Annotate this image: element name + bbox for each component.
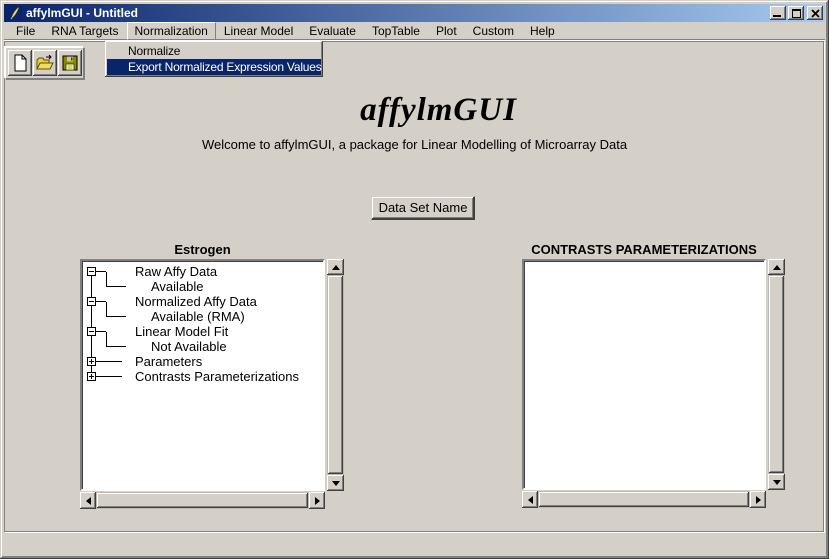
- plus-box-icon[interactable]: [87, 372, 96, 381]
- tree-branch-line: [106, 316, 126, 317]
- menu-custom[interactable]: Custom: [465, 22, 522, 40]
- right-vertical-scrollbar[interactable]: [768, 259, 785, 490]
- arrow-up-icon: [773, 265, 781, 270]
- tree-item-label: Available: [151, 279, 204, 294]
- tree-branch-line: [96, 331, 106, 332]
- menu-toptable[interactable]: TopTable: [364, 22, 428, 40]
- tree-item-label: Contrasts Parameterizations: [135, 369, 299, 384]
- arrow-right-icon: [315, 497, 320, 505]
- arrow-left-icon: [528, 496, 533, 504]
- tree-item-parameters[interactable]: Parameters: [82, 354, 323, 369]
- tree-item-raw-affy-data[interactable]: Raw Affy Data: [82, 264, 323, 279]
- tree-item-available-rma[interactable]: Available (RMA): [82, 309, 323, 324]
- menu-linear-model[interactable]: Linear Model: [216, 22, 301, 40]
- toolbar: [5, 47, 84, 79]
- scroll-left-button[interactable]: [80, 492, 96, 509]
- tree-item-label: Not Available: [151, 339, 227, 354]
- minus-box-icon[interactable]: [87, 327, 96, 336]
- tree-branch-line: [106, 346, 126, 347]
- close-button[interactable]: [807, 6, 823, 20]
- menu-help[interactable]: Help: [522, 22, 563, 40]
- left-horizontal-scrollbar[interactable]: [80, 492, 325, 509]
- menuitem-export-normalized-expression-values[interactable]: Export Normalized Expression Values: [107, 59, 321, 75]
- minimize-button[interactable]: [770, 6, 786, 20]
- minimize-icon: [773, 15, 781, 17]
- arrow-right-icon: [756, 496, 761, 504]
- tree-branch-line: [106, 286, 126, 287]
- menu-normalization[interactable]: Normalization: [127, 22, 216, 40]
- scroll-right-button[interactable]: [750, 491, 766, 508]
- maximize-icon: [792, 9, 801, 18]
- right-horizontal-scrollbar[interactable]: [522, 491, 766, 508]
- tree-item-label: Linear Model Fit: [135, 324, 228, 339]
- tree-item-normalized-affy-data[interactable]: Normalized Affy Data: [82, 294, 323, 309]
- scroll-right-button[interactable]: [309, 492, 325, 509]
- tree-item-linear-model-fit[interactable]: Linear Model Fit: [82, 324, 323, 339]
- tree-branch-line: [106, 332, 107, 339]
- tree-branch-line: [106, 272, 107, 279]
- scroll-down-button[interactable]: [768, 474, 785, 490]
- open-file-icon: [35, 53, 55, 73]
- save-file-button[interactable]: [58, 50, 82, 76]
- menuitem-normalize[interactable]: Normalize: [107, 43, 321, 59]
- app-window: affylmGUI - Untitled File RNA Targets No…: [0, 0, 829, 559]
- scroll-left-button[interactable]: [522, 491, 538, 508]
- menu-plot[interactable]: Plot: [428, 22, 465, 40]
- arrow-down-icon: [332, 481, 340, 486]
- data-set-name-button[interactable]: Data Set Name: [371, 196, 475, 220]
- page-title: affylmGUI: [24, 92, 829, 129]
- scrollbar-thumb[interactable]: [97, 493, 308, 508]
- close-icon: [811, 9, 820, 18]
- new-file-icon: [10, 53, 30, 73]
- status-tree: Raw Affy Data Available Normalized Affy …: [82, 261, 323, 489]
- welcome-text: Welcome to affylmGUI, a package for Line…: [0, 137, 829, 152]
- maximize-button[interactable]: [788, 6, 804, 20]
- normalization-dropdown-menu: Normalize Export Normalized Expression V…: [105, 41, 323, 77]
- tree-item-label: Raw Affy Data: [135, 264, 217, 279]
- tree-branch-line: [106, 302, 107, 309]
- tree-item-label: Parameters: [135, 354, 202, 369]
- new-file-button[interactable]: [8, 50, 32, 76]
- tree-item-contrasts-parameterizations[interactable]: Contrasts Parameterizations: [82, 369, 323, 384]
- tree-item-label: Available (RMA): [151, 309, 245, 324]
- arrow-up-icon: [332, 265, 340, 270]
- save-file-icon: [60, 53, 80, 73]
- plus-box-icon[interactable]: [87, 357, 96, 366]
- scrollbar-thumb[interactable]: [539, 492, 749, 507]
- scrollbar-thumb[interactable]: [328, 276, 343, 474]
- tree-branch-line: [96, 376, 122, 377]
- open-file-button[interactable]: [33, 50, 57, 76]
- tree-branch-line: [96, 271, 106, 272]
- tree-item-label: Normalized Affy Data: [135, 294, 257, 309]
- tree-item-available[interactable]: Available: [82, 279, 323, 294]
- scrollbar-thumb[interactable]: [769, 276, 784, 473]
- left-vertical-scrollbar[interactable]: [327, 259, 344, 491]
- menu-bar: File RNA Targets Normalization Linear Mo…: [4, 22, 825, 41]
- tree-item-not-available[interactable]: Not Available: [82, 339, 323, 354]
- right-panel-title: CONTRASTS PARAMETERIZATIONS: [522, 242, 766, 257]
- tree-branch-line: [96, 361, 122, 362]
- scroll-up-button[interactable]: [768, 259, 785, 275]
- scroll-up-button[interactable]: [327, 259, 344, 275]
- menu-file[interactable]: File: [8, 22, 43, 40]
- feather-icon: [8, 6, 22, 20]
- tree-branch-line: [96, 301, 106, 302]
- menu-evaluate[interactable]: Evaluate: [301, 22, 364, 40]
- arrow-down-icon: [773, 480, 781, 485]
- contrasts-listbox[interactable]: [522, 259, 766, 490]
- menu-rna-targets[interactable]: RNA Targets: [43, 22, 126, 40]
- arrow-left-icon: [86, 497, 91, 505]
- minus-box-icon[interactable]: [87, 297, 96, 306]
- titlebar[interactable]: affylmGUI - Untitled: [4, 4, 825, 22]
- window-title: affylmGUI - Untitled: [26, 4, 768, 22]
- minus-box-icon[interactable]: [87, 267, 96, 276]
- status-tree-listbox[interactable]: Raw Affy Data Available Normalized Affy …: [80, 259, 325, 491]
- left-panel-title: Estrogen: [80, 242, 325, 257]
- scroll-down-button[interactable]: [327, 475, 344, 491]
